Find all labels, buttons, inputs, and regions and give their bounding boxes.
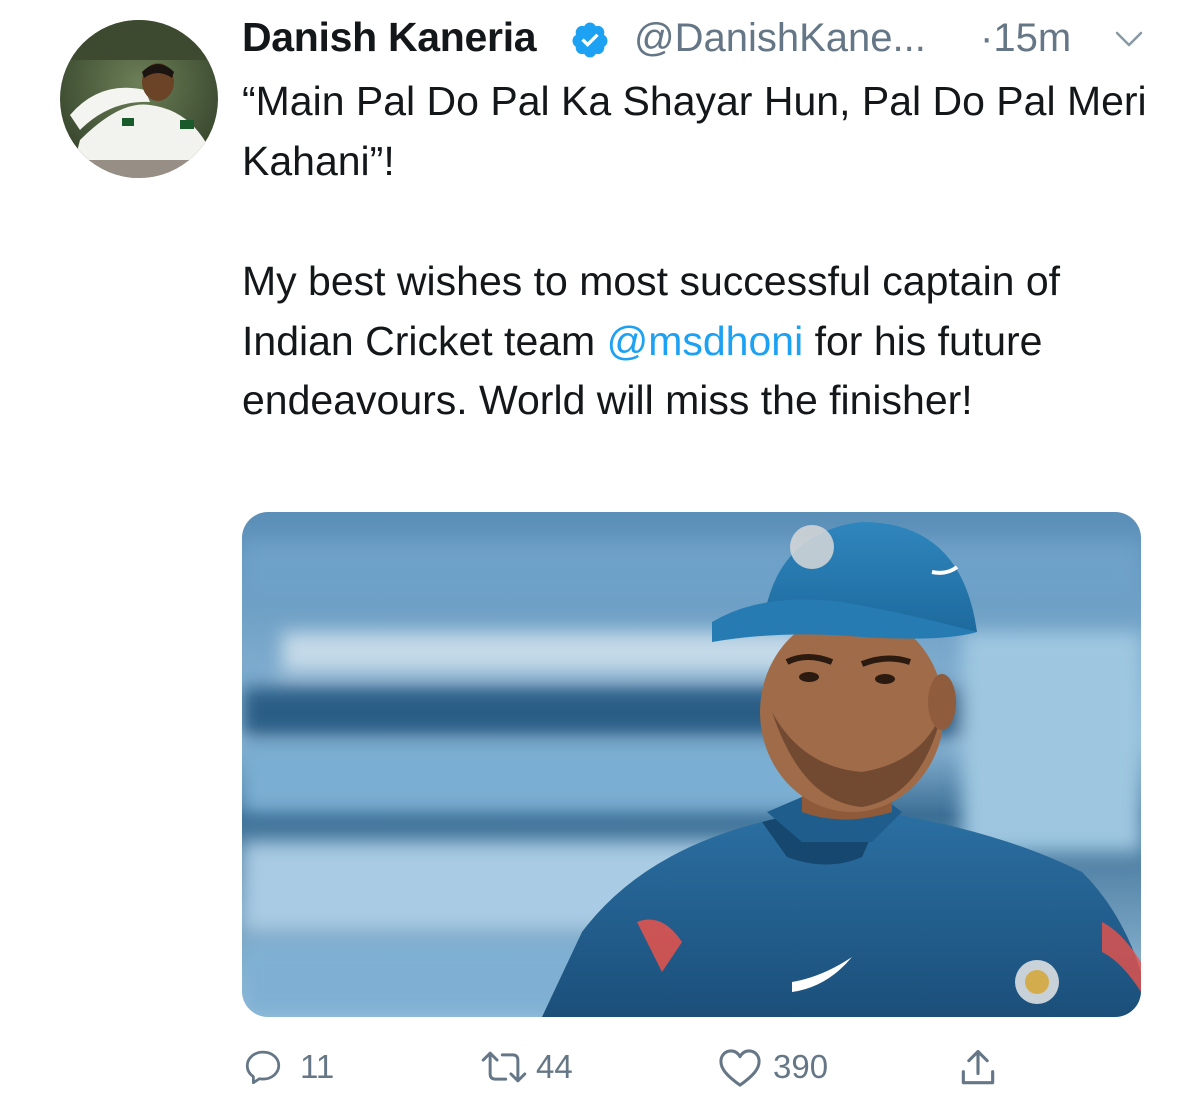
tweet-actions: 11 44 390 — [242, 1044, 1142, 1094]
tweet-timestamp[interactable]: ·15m — [980, 16, 1071, 61]
retweet-icon — [481, 1051, 527, 1083]
tweet-text-body: My best wishes to most successful captai… — [242, 252, 1162, 431]
tweet-text-quote: “Main Pal Do Pal Ka Shayar Hun, Pal Do P… — [242, 78, 1147, 184]
tweet-text: “Main Pal Do Pal Ka Shayar Hun, Pal Do P… — [242, 72, 1162, 431]
like-button[interactable]: 390 — [717, 1044, 857, 1092]
tweet-media-photo[interactable] — [242, 512, 1141, 1017]
author-handle[interactable]: @DanishKane... — [634, 16, 926, 61]
like-count: 390 — [773, 1048, 829, 1085]
share-icon — [961, 1049, 995, 1085]
reply-button[interactable]: 11 — [242, 1044, 342, 1092]
photo-image — [242, 512, 1141, 1017]
mention-link[interactable]: @msdhoni — [607, 318, 804, 364]
tweet-header: Danish Kaneria @DanishKane... ·15m — [242, 14, 1162, 66]
retweet-button[interactable]: 44 — [478, 1044, 598, 1092]
reply-icon — [245, 1050, 281, 1085]
chevron-down-icon[interactable] — [1114, 24, 1144, 54]
heart-icon — [719, 1049, 761, 1087]
author-avatar[interactable] — [60, 20, 218, 178]
reply-count: 11 — [300, 1048, 335, 1085]
avatar-image — [60, 20, 218, 178]
retweet-count: 44 — [536, 1048, 573, 1085]
author-name[interactable]: Danish Kaneria — [242, 14, 537, 61]
verified-badge-icon — [570, 20, 610, 60]
share-button[interactable] — [956, 1044, 1006, 1092]
